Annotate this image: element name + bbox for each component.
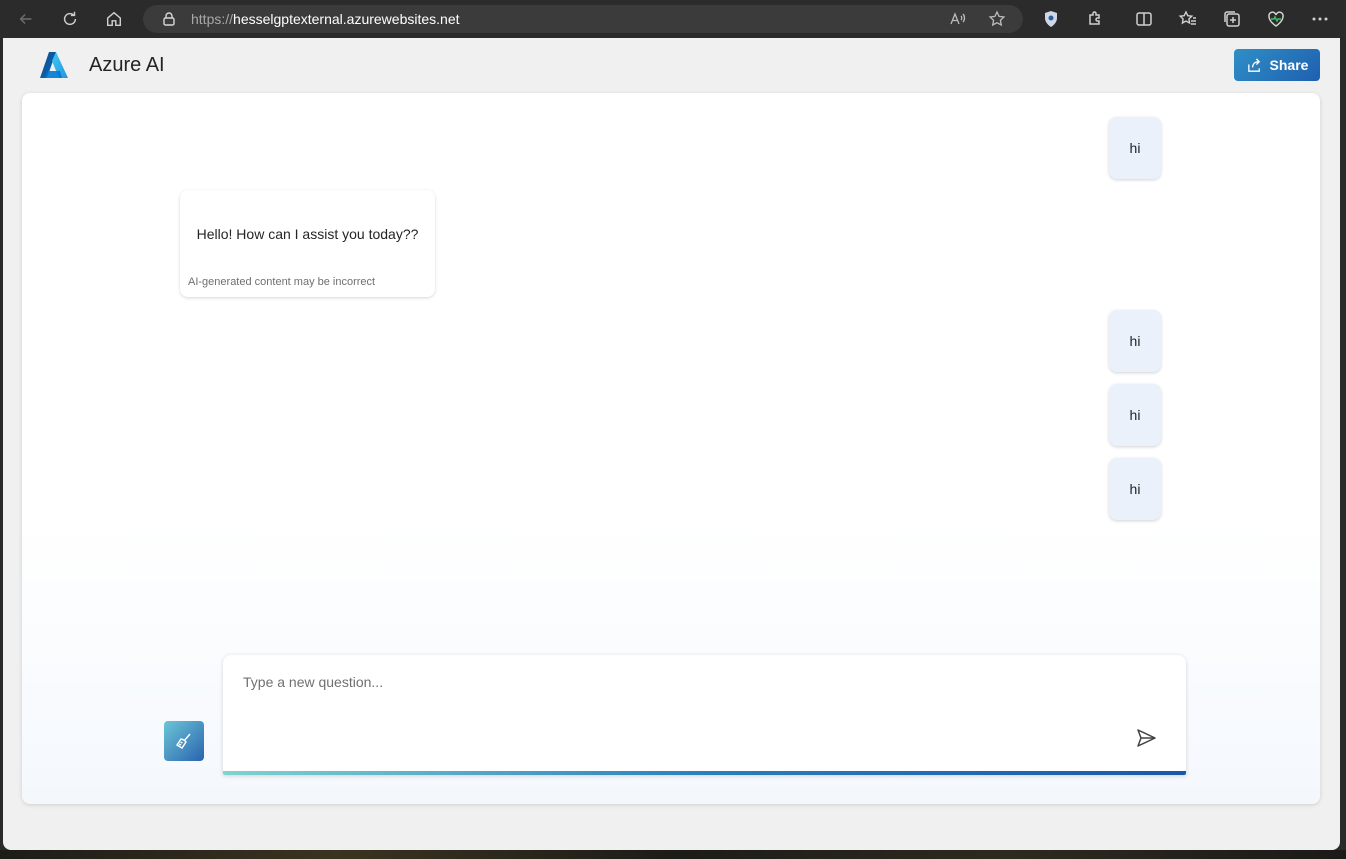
input-accent-bar — [223, 771, 1186, 775]
refresh-icon[interactable] — [58, 7, 82, 31]
address-bar[interactable]: https://hesselgptexternal.azurewebsites.… — [143, 5, 1023, 33]
share-button[interactable]: Share — [1234, 49, 1320, 81]
assistant-message-text: Hello! How can I assist you today?? — [196, 226, 419, 242]
chat-panel: hi Hello! How can I assist you today?? A… — [22, 93, 1320, 804]
send-button[interactable] — [1135, 727, 1159, 751]
lock-icon[interactable] — [161, 11, 177, 27]
favorites-icon[interactable] — [1178, 9, 1198, 29]
user-message: hi — [1109, 384, 1161, 446]
user-message: hi — [1109, 310, 1161, 372]
share-button-label: Share — [1269, 57, 1309, 73]
question-input[interactable] — [243, 671, 1103, 693]
collections-icon[interactable] — [1222, 9, 1242, 29]
send-icon — [1137, 729, 1156, 747]
read-aloud-icon[interactable] — [949, 10, 967, 28]
home-icon[interactable] — [102, 7, 126, 31]
favorite-star-icon[interactable] — [988, 10, 1006, 28]
browser-essentials-icon[interactable] — [1266, 9, 1286, 29]
browser-toolbar: https://hesselgptexternal.azurewebsites.… — [0, 0, 1346, 38]
ai-disclaimer: AI-generated content may be incorrect — [188, 276, 376, 288]
more-options-icon[interactable] — [1310, 9, 1330, 29]
split-screen-icon[interactable] — [1134, 9, 1154, 29]
assistant-message: Hello! How can I assist you today?? AI-g… — [180, 190, 435, 297]
azure-logo-icon — [40, 52, 68, 78]
broom-icon — [176, 733, 191, 749]
app-header: Azure AI Share — [3, 38, 1340, 93]
url-text[interactable]: https://hesselgptexternal.azurewebsites.… — [191, 11, 460, 27]
url-protocol: https:// — [191, 11, 234, 27]
url-host: hesselgptexternal.azurewebsites.net — [233, 11, 460, 27]
shield-extension-icon[interactable] — [1041, 9, 1061, 29]
desktop-background-strip — [0, 850, 1346, 859]
app-title: Azure AI — [89, 54, 165, 76]
page-content: Azure AI Share hi Hello! How can I assis… — [3, 38, 1340, 850]
back-icon[interactable] — [14, 7, 38, 31]
user-message: hi — [1109, 458, 1161, 520]
clear-chat-button[interactable] — [164, 721, 204, 761]
user-message: hi — [1109, 117, 1161, 179]
share-icon — [1247, 57, 1260, 72]
question-composer — [223, 655, 1186, 775]
extensions-icon[interactable] — [1085, 9, 1105, 29]
